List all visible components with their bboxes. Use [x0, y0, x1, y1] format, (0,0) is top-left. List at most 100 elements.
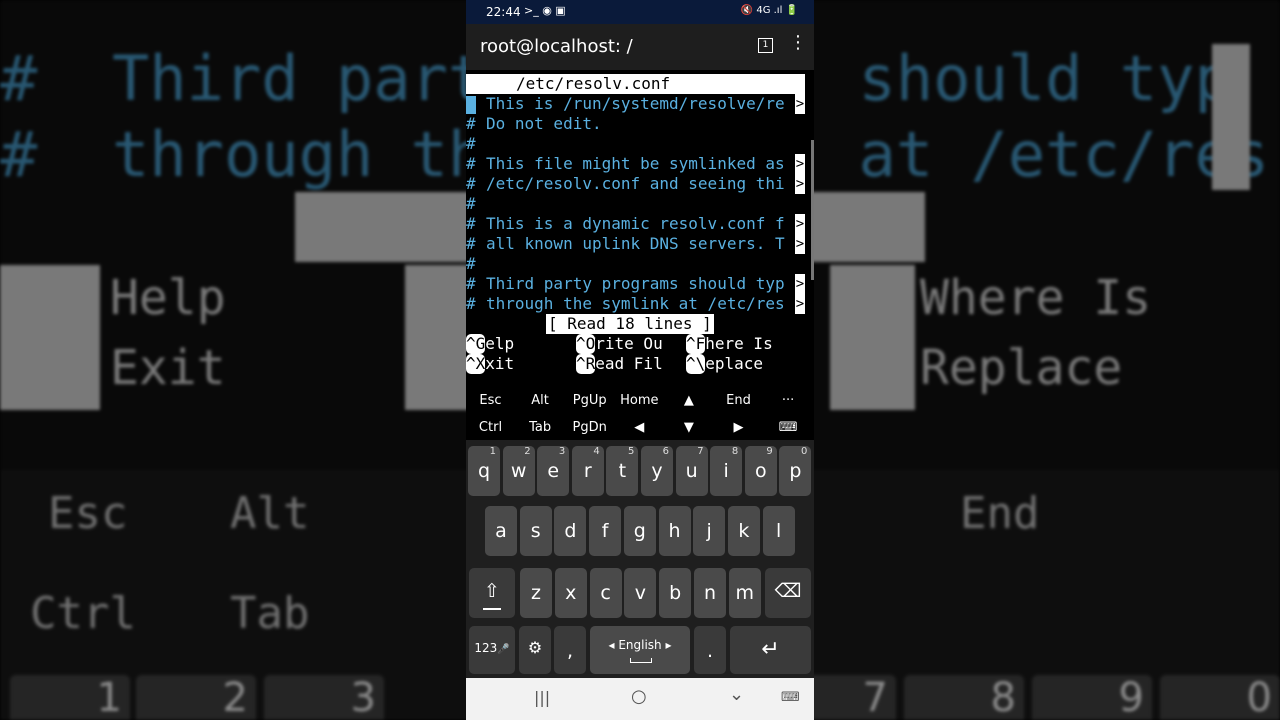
key-r[interactable]: 4r [571, 446, 604, 496]
key-label: o [754, 460, 767, 482]
keyboard-switch-icon[interactable]: ⌨ [781, 690, 800, 705]
comment-hash: # [466, 214, 476, 233]
key-e[interactable]: 3e [537, 446, 570, 496]
extra-key[interactable]: PgDn [565, 420, 614, 435]
extra-key[interactable]: ▶ [714, 420, 763, 435]
shift-key[interactable]: ⇧ [469, 568, 515, 618]
background-text: Esc [48, 488, 128, 539]
key-label: g [633, 520, 646, 542]
key-o[interactable]: 9o [744, 446, 777, 496]
key-u[interactable]: 7u [675, 446, 708, 496]
extra-keys-bar: Esc Alt PgUp Home ▲ End ··· Ctrl Tab PgDn ◀ ▼ ▶ ⌨ [466, 384, 814, 440]
key-z[interactable]: z [520, 568, 552, 618]
line-overflow-marker: > [795, 94, 805, 114]
background-highlight [405, 265, 475, 410]
extra-key[interactable]: Tab [516, 420, 565, 435]
comment-hash: # [466, 114, 476, 133]
overflow-menu-icon[interactable]: ⋮ [789, 34, 807, 52]
line-overflow-marker: > [795, 294, 805, 314]
key-l[interactable]: l [762, 506, 795, 556]
key-m[interactable]: m [728, 568, 761, 618]
scrollbar[interactable] [811, 140, 814, 280]
status-time: 22:44 [486, 5, 521, 19]
shortcut-key: ^F [686, 334, 706, 354]
extra-key[interactable]: Ctrl [466, 420, 515, 435]
back-icon[interactable]: ⌄ [729, 684, 744, 705]
recents-icon[interactable]: ||| [534, 688, 550, 707]
key-w[interactable]: 2w [502, 446, 535, 496]
key-a[interactable]: a [485, 506, 517, 556]
extra-key[interactable]: End [714, 393, 763, 408]
extra-key[interactable]: Esc [466, 393, 515, 408]
extra-key[interactable]: ⌨ [764, 420, 813, 435]
status-right-icons: 🔇 4G .ıl 🔋 [740, 5, 798, 16]
background-text: Tab [230, 588, 310, 639]
background-text: Where Is [920, 270, 1152, 326]
extra-key[interactable]: Home [615, 393, 664, 408]
key-label: n [703, 582, 717, 604]
key-g[interactable]: g [623, 506, 656, 556]
extra-key[interactable]: ◀ [615, 420, 664, 435]
background-text: Replace [920, 340, 1123, 396]
key-s[interactable]: s [519, 506, 552, 556]
extra-key[interactable]: PgUp [565, 393, 614, 408]
key-label: k [738, 520, 750, 542]
extra-key[interactable]: ▼ [664, 420, 713, 435]
editor-line: # This file might be symlinked as > [466, 154, 805, 174]
line-text: Third party programs should typ [486, 274, 785, 293]
editor-line: # Do not edit. [466, 114, 805, 134]
comment-hash: # [466, 174, 476, 193]
background-text: Alt [230, 488, 310, 539]
shortcut-item: ^\ Replace [686, 354, 763, 374]
key-f[interactable]: f [589, 506, 622, 556]
key-i[interactable]: 8i [710, 446, 743, 496]
comma-key[interactable]: , [554, 626, 586, 674]
comment-hash: # [466, 294, 476, 313]
line-text: all known uplink DNS servers. T [486, 234, 785, 253]
phone-screen: 22:44 >_ ◉ ▣ 🔇 4G .ıl 🔋 root@localhost: … [466, 0, 814, 720]
space-icon [630, 658, 652, 663]
key-label: d [564, 520, 577, 542]
key-j[interactable]: j [693, 506, 726, 556]
key-d[interactable]: d [554, 506, 587, 556]
shortcut-item: ^F Where Is [686, 334, 773, 354]
extra-key[interactable]: ▲ [664, 393, 713, 408]
key-v[interactable]: v [624, 568, 657, 618]
key-label: w [510, 460, 527, 482]
period-key[interactable]: . [694, 626, 726, 674]
editor-line: # through the symlink at /etc/res > [466, 294, 805, 314]
extra-key[interactable]: Alt [516, 393, 565, 408]
key-h[interactable]: h [658, 506, 691, 556]
backspace-key[interactable]: ⌫ [765, 568, 811, 618]
settings-key[interactable]: ⚙ [519, 626, 551, 674]
key-p[interactable]: 0p [779, 446, 812, 496]
key-t[interactable]: 5t [606, 446, 639, 496]
enter-key[interactable]: ↵ [730, 626, 811, 674]
key-label: x [565, 582, 577, 604]
key-k[interactable]: k [727, 506, 760, 556]
comment-hash: # [466, 254, 476, 273]
session-title: root@localhost: / [480, 36, 633, 57]
app-bar: root@localhost: / 1 ⋮ [466, 24, 814, 70]
key-q[interactable]: 1q [468, 446, 500, 496]
key-x[interactable]: x [554, 568, 587, 618]
text-cursor [466, 96, 476, 114]
symbols-key[interactable]: 123🎤 [469, 626, 515, 674]
space-key[interactable]: ◂ English ▸ [590, 626, 690, 674]
home-icon[interactable]: ○ [631, 686, 647, 707]
nano-status-message: [ Read 18 lines ] [546, 314, 714, 334]
line-text: This is /run/systemd/resolve/re [486, 94, 785, 113]
background-text: Ctrl [30, 588, 136, 639]
session-count-icon[interactable]: 1 [758, 38, 773, 53]
terminal-view[interactable]: /etc/resolv.conf # This is /run/systemd/r… [466, 70, 814, 384]
key-b[interactable]: b [659, 568, 692, 618]
line-text: through the symlink at /etc/res [486, 294, 785, 313]
settings-icon: ⚙ [527, 638, 543, 657]
line-text: This file might be symlinked as [486, 154, 785, 173]
extra-key[interactable]: ··· [764, 393, 813, 408]
background-text: End [960, 488, 1040, 539]
key-y[interactable]: 6y [641, 446, 673, 496]
editor-line: # Third party programs should typ > [466, 274, 805, 294]
key-c[interactable]: c [589, 568, 622, 618]
key-n[interactable]: n [694, 568, 726, 618]
